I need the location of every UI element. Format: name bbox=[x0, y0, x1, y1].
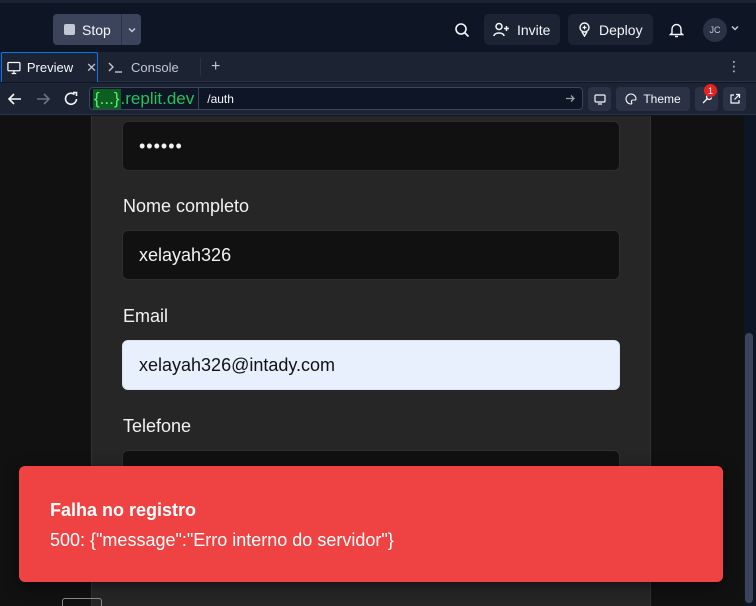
email-value: xelayah326@intady.com bbox=[139, 354, 336, 375]
external-link-icon bbox=[729, 93, 740, 104]
terminal-icon bbox=[108, 62, 122, 73]
url-domain-brace: {...} bbox=[93, 88, 121, 109]
devices-button[interactable] bbox=[588, 87, 611, 111]
pane-tab-bar: Preview ✕ Console + ⋮ bbox=[0, 52, 756, 82]
bell-icon[interactable] bbox=[661, 14, 691, 45]
more-options-icon[interactable]: ⋮ bbox=[727, 58, 741, 75]
tab-preview[interactable]: Preview ✕ bbox=[1, 52, 98, 82]
url-domain-suffix: .replit.dev bbox=[120, 88, 195, 108]
toast-title: Falha no registro bbox=[50, 500, 197, 520]
open-new-tab-button[interactable] bbox=[723, 87, 746, 111]
invite-label: Invite bbox=[517, 21, 551, 38]
run-options-chevron-down-icon[interactable] bbox=[121, 14, 141, 45]
url-field[interactable]: {...} .replit.dev /auth bbox=[89, 87, 583, 110]
fullname-label: Nome completo bbox=[123, 196, 250, 216]
arrow-back-icon[interactable] bbox=[7, 91, 23, 107]
deploy-label: Deploy bbox=[599, 21, 643, 38]
arrow-forward-icon[interactable] bbox=[35, 91, 51, 107]
scroll-indicator bbox=[62, 598, 102, 606]
devices-icon bbox=[593, 93, 606, 105]
add-user-icon bbox=[493, 22, 509, 37]
email-input[interactable]: xelayah326@intady.com bbox=[122, 340, 620, 390]
tab-console-label: Console bbox=[131, 59, 179, 75]
avatar[interactable]: JC bbox=[703, 18, 727, 42]
theme-label: Theme bbox=[643, 92, 681, 106]
reload-icon[interactable] bbox=[63, 91, 79, 107]
scrollbar-thumb[interactable] bbox=[745, 333, 753, 603]
notification-badge: 1 bbox=[704, 84, 717, 97]
run-control: Stop bbox=[53, 14, 141, 45]
tab-console[interactable]: Console bbox=[105, 52, 179, 82]
invite-button[interactable]: Invite bbox=[484, 14, 561, 45]
stop-square-icon bbox=[64, 24, 75, 35]
tab-divider bbox=[200, 58, 201, 76]
account-chevron-down-icon[interactable] bbox=[730, 23, 740, 33]
add-tab-plus-icon[interactable]: + bbox=[211, 58, 220, 76]
deploy-button[interactable]: Deploy bbox=[568, 14, 653, 45]
go-arrow-icon[interactable] bbox=[565, 93, 576, 104]
close-tab-icon[interactable]: ✕ bbox=[86, 60, 97, 76]
fullname-input[interactable]: xelayah326 bbox=[122, 230, 620, 280]
password-value: •••••• bbox=[139, 135, 183, 156]
toast-message: 500: {"message":"Erro interno do servido… bbox=[50, 530, 394, 550]
deploy-icon bbox=[579, 22, 590, 37]
address-bar: {...} .replit.dev /auth Theme bbox=[0, 83, 756, 115]
url-domain: {...} .replit.dev bbox=[90, 88, 200, 109]
replit-workspace: Stop Invite Deploy JC Preview ✕ Console … bbox=[0, 0, 756, 606]
palette-icon bbox=[625, 93, 637, 105]
stop-label: Stop bbox=[82, 21, 111, 38]
stop-button[interactable]: Stop bbox=[53, 14, 121, 45]
top-bar: Stop Invite Deploy JC bbox=[0, 0, 756, 52]
search-icon[interactable] bbox=[447, 14, 477, 45]
avatar-initials: JC bbox=[709, 25, 721, 35]
monitor-icon bbox=[7, 61, 21, 74]
phone-label: Telefone bbox=[123, 416, 192, 436]
email-label: Email bbox=[123, 306, 169, 326]
error-toast[interactable]: Falha no registro 500: {"message":"Erro … bbox=[19, 466, 723, 582]
theme-button[interactable]: Theme bbox=[616, 87, 690, 111]
url-path[interactable]: /auth bbox=[199, 92, 565, 106]
tab-preview-label: Preview bbox=[26, 60, 74, 75]
fullname-value: xelayah326 bbox=[139, 244, 232, 265]
password-input[interactable]: •••••• bbox=[122, 121, 620, 171]
